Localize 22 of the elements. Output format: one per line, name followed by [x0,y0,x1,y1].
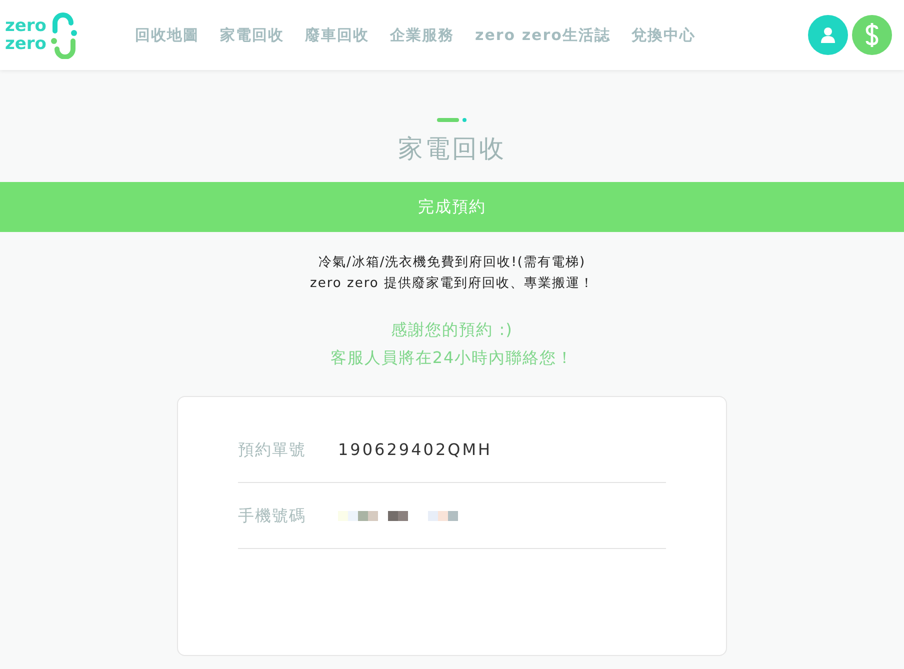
nav-link[interactable]: 家電回收 [220,24,284,46]
nav-link[interactable]: 企業服務 [390,24,454,46]
dollar-icon [865,22,879,48]
points-button[interactable] [852,15,892,55]
field-label: 手機號碼 [238,504,307,526]
field-label: 預約單號 [238,438,307,460]
nav-link[interactable]: 兌換中心 [631,24,696,46]
account-button[interactable] [808,15,848,55]
logo-text: zero [5,35,46,53]
banner-text: 完成預約 [418,196,486,218]
thanks-text: 感謝您的預約 :) [391,319,513,341]
logo-text: zero [5,17,46,35]
title-accent-icon [437,118,467,123]
nav-link[interactable]: zero zero生活誌 [475,24,610,46]
nav-link[interactable]: 回收地圖 [135,24,199,46]
page-title: 家電回收 [398,133,506,165]
field-value: 190629402QMH [338,438,492,460]
nav-link[interactable]: 廢車回收 [305,24,369,46]
intro-text: 冷氣/冰箱/洗衣機免費到府回收!(需有電梯) [318,254,586,272]
thanks-text: 客服人員將在24小時內聯絡您！ [330,347,574,369]
person-icon [821,27,835,43]
intro-text: zero zero 提供廢家電到府回收、專業搬運！ [310,275,594,293]
